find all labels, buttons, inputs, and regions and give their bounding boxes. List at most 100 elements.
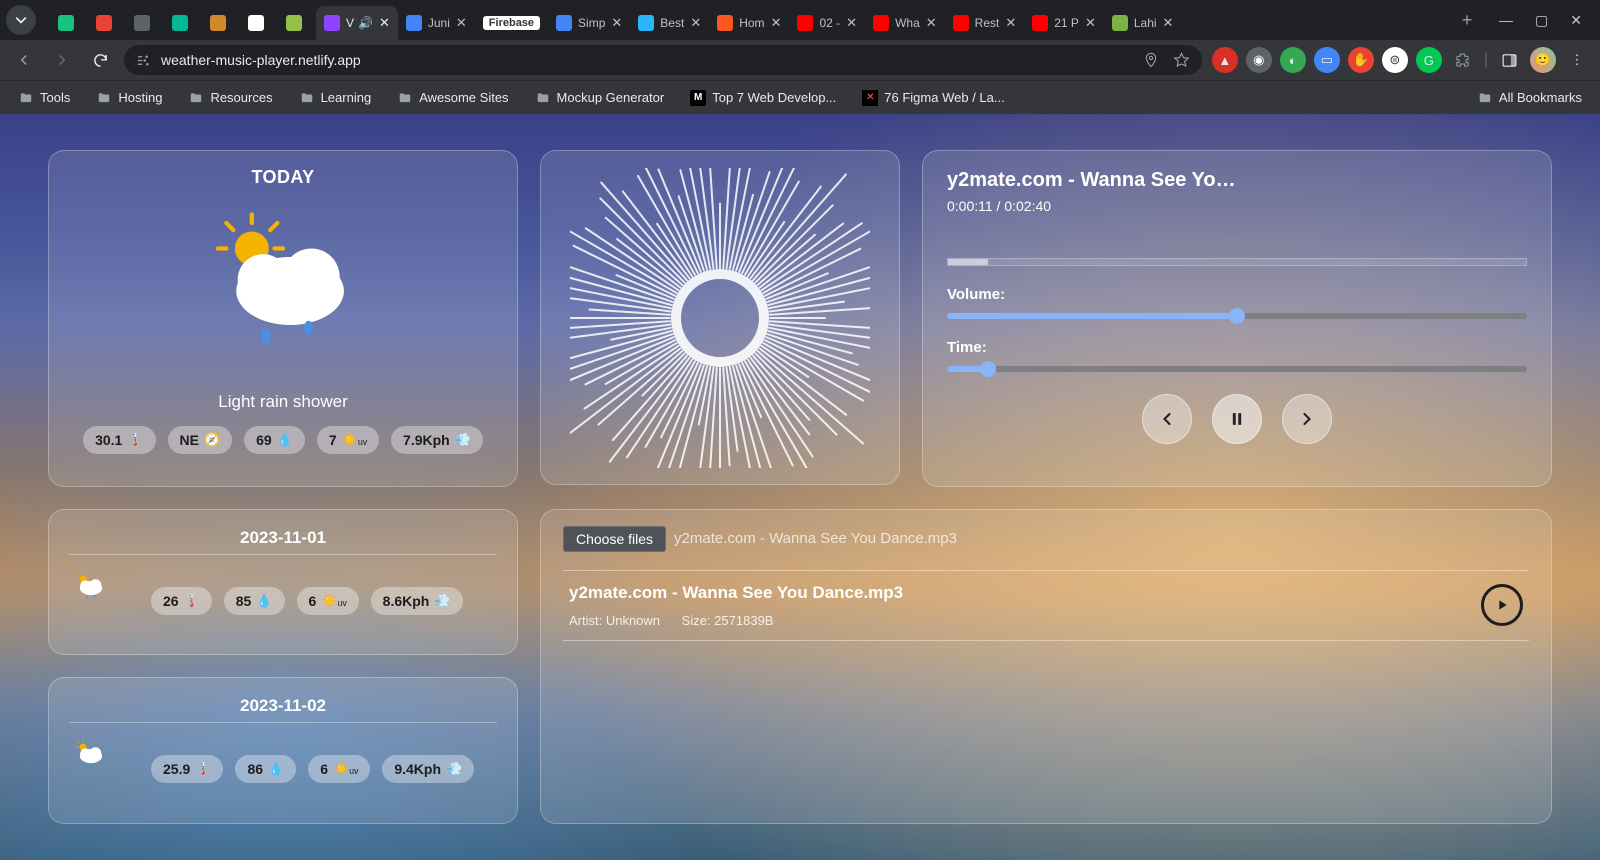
browser-tab[interactable]: Lahi✕: [1104, 6, 1182, 40]
profile-avatar[interactable]: 🙂: [1530, 47, 1556, 73]
stat-chip: 85💧: [224, 587, 285, 615]
minimize-button[interactable]: —: [1499, 12, 1513, 28]
track-name: y2mate.com - Wanna See You Dance.mp3: [569, 583, 1481, 603]
close-tab-icon[interactable]: ✕: [379, 15, 390, 31]
browser-tab[interactable]: Hom✕: [709, 6, 789, 40]
back-button[interactable]: [10, 46, 38, 74]
browser-tab[interactable]: [50, 6, 88, 40]
bookmark-item[interactable]: Hosting: [90, 86, 168, 109]
stat-chip: 7☀️ᵤᵥ: [317, 426, 379, 454]
forecast-card: 2023-11-01 26🌡️85💧6☀️ᵤᵥ8.6Kph💨: [48, 509, 518, 656]
extension-icon[interactable]: ◐: [1280, 47, 1306, 73]
window-controls: — ▢ ✕: [1481, 12, 1600, 29]
extension-icon[interactable]: ▲: [1212, 47, 1238, 73]
all-bookmarks-label: All Bookmarks: [1499, 90, 1582, 105]
time-slider[interactable]: [947, 366, 1527, 372]
bookmark-item[interactable]: Mockup Generator: [529, 86, 671, 109]
tabs-dropdown-button[interactable]: [6, 5, 36, 35]
bookmark-item[interactable]: ✕76 Figma Web / La...: [856, 86, 1010, 110]
close-tab-icon[interactable]: ✕: [1005, 15, 1016, 31]
extension-icon[interactable]: G: [1416, 47, 1442, 73]
player-controls: [947, 394, 1527, 444]
browser-tab[interactable]: [240, 6, 278, 40]
volume-label: Volume:: [947, 286, 1527, 303]
browser-tab[interactable]: [278, 6, 316, 40]
close-tab-icon[interactable]: ✕: [1163, 15, 1174, 31]
choose-files-button[interactable]: Choose files: [563, 526, 666, 552]
pause-button[interactable]: [1212, 394, 1262, 444]
music-player-card: y2mate.com - Wanna See You Dan... 0:00:1…: [922, 150, 1552, 487]
forecast-date: 2023-11-01: [69, 522, 497, 555]
stat-chip: 26🌡️: [151, 587, 212, 615]
maximize-button[interactable]: ▢: [1535, 12, 1548, 29]
browser-tab[interactable]: Simp✕: [548, 6, 630, 40]
browser-tab[interactable]: [202, 6, 240, 40]
progress-fill: [948, 259, 988, 265]
extension-icon[interactable]: ▭: [1314, 47, 1340, 73]
close-window-button[interactable]: ✕: [1570, 12, 1582, 29]
today-weather-card: TODAY: [48, 150, 518, 487]
bookmark-item[interactable]: Resources: [182, 86, 278, 109]
url-text: weather-music-player.netlify.app: [161, 52, 361, 68]
new-tab-button[interactable]: +: [1453, 6, 1481, 34]
browser-tab[interactable]: Juni✕: [398, 6, 475, 40]
extension-icon[interactable]: ◉: [1246, 47, 1272, 73]
all-bookmarks-button[interactable]: All Bookmarks: [1471, 86, 1588, 109]
now-playing-title: y2mate.com - Wanna See You Dan...: [947, 169, 1237, 192]
chosen-file-name: y2mate.com - Wanna See You Dance.mp3: [674, 530, 957, 547]
next-button[interactable]: [1282, 394, 1332, 444]
today-heading: TODAY: [251, 167, 314, 188]
forward-button[interactable]: [48, 46, 76, 74]
browser-tab[interactable]: Wha✕: [865, 6, 945, 40]
reload-button[interactable]: [86, 46, 114, 74]
close-tab-icon[interactable]: ✕: [846, 15, 857, 31]
close-tab-icon[interactable]: ✕: [456, 15, 467, 31]
today-stats-row: 30.1🌡️NE🧭69💧7☀️ᵤᵥ7.9Kph💨: [83, 426, 483, 454]
extensions-button[interactable]: [1450, 47, 1476, 73]
browser-tab[interactable]: Best✕: [630, 6, 709, 40]
volume-slider[interactable]: [947, 313, 1527, 319]
location-icon[interactable]: [1143, 52, 1159, 68]
stat-chip: 25.9🌡️: [151, 755, 223, 783]
close-tab-icon[interactable]: ✕: [771, 15, 782, 31]
file-input[interactable]: Choose files y2mate.com - Wanna See You …: [563, 526, 1529, 552]
browser-tab[interactable]: [164, 6, 202, 40]
browser-tab[interactable]: 21 P✕: [1024, 6, 1104, 40]
browser-tab[interactable]: 02 -✕: [789, 6, 865, 40]
playlist-track-row: y2mate.com - Wanna See You Dance.mp3 Art…: [563, 570, 1529, 641]
browser-menu-button[interactable]: ⋮: [1564, 47, 1590, 73]
weather-icon-sun-cloud-rain: [198, 206, 368, 376]
time-label: Time:: [947, 339, 1527, 356]
forecast-date: 2023-11-02: [69, 690, 497, 723]
address-bar[interactable]: weather-music-player.netlify.app: [124, 45, 1202, 75]
weather-condition: Light rain shower: [218, 392, 347, 412]
play-track-button[interactable]: [1481, 584, 1523, 626]
progress-bar[interactable]: [947, 258, 1527, 266]
bookmark-item[interactable]: Learning: [293, 86, 378, 109]
track-artist: Artist: Unknown: [569, 613, 660, 628]
bookmark-item[interactable]: MTop 7 Web Develop...: [684, 86, 842, 110]
stat-chip: 69💧: [244, 426, 305, 454]
bookmarks-bar: Tools Hosting Resources Learning Awesome Sit…: [0, 80, 1600, 114]
browser-tab[interactable]: Firebase: [475, 6, 548, 40]
bookmark-star-icon[interactable]: [1173, 52, 1190, 69]
browser-tab[interactable]: Rest✕: [945, 6, 1025, 40]
stat-chip: 8.6Kph💨: [371, 587, 463, 615]
close-tab-icon[interactable]: ✕: [1085, 15, 1096, 31]
stat-chip: NE🧭: [168, 426, 233, 454]
sidepanel-button[interactable]: [1496, 47, 1522, 73]
close-tab-icon[interactable]: ✕: [926, 15, 937, 31]
prev-button[interactable]: [1142, 394, 1192, 444]
active-tab[interactable]: V🔊✕: [316, 6, 398, 40]
browser-tab[interactable]: [126, 6, 164, 40]
stat-chip: 9.4Kph💨: [382, 755, 474, 783]
extension-icon[interactable]: ✋: [1348, 47, 1374, 73]
bookmark-item[interactable]: Awesome Sites: [391, 86, 514, 109]
browser-tab[interactable]: [88, 6, 126, 40]
bookmark-item[interactable]: Tools: [12, 86, 76, 109]
close-tab-icon[interactable]: ✕: [611, 15, 622, 31]
track-size: Size: 2571839B: [682, 613, 774, 628]
weather-icon-sun-cloud-rain: [69, 569, 133, 633]
close-tab-icon[interactable]: ✕: [690, 15, 701, 31]
extension-icon[interactable]: ⊜: [1382, 47, 1408, 73]
